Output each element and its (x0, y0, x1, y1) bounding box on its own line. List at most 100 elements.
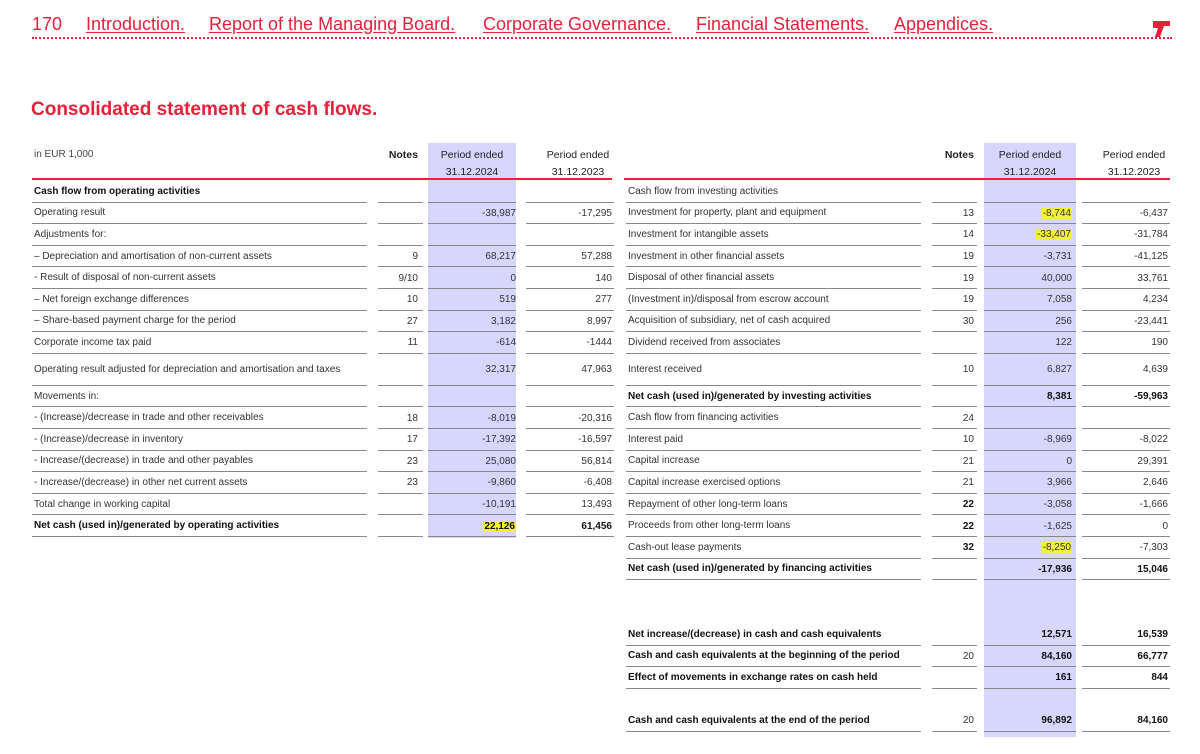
nav-link-corporate-governance[interactable]: Corporate Governance. (483, 14, 671, 35)
row-note: 22 (962, 499, 974, 511)
row-label: Cash flow from operating activities (34, 185, 201, 197)
row-divider (626, 730, 921, 732)
row-label: - Increase/(decrease) in other net curre… (34, 476, 248, 488)
row-value-2024: 519 (499, 294, 516, 306)
right-col-2023-header: Period ended 31.12.2023 (1102, 149, 1166, 178)
row-divider (984, 579, 1076, 581)
row-note: 10 (962, 434, 974, 446)
row-value-2024: -1,625 (1043, 520, 1072, 532)
nav-link-managing-board[interactable]: Report of the Managing Board. (209, 14, 455, 35)
highlight-marker: -33,407 (1036, 229, 1072, 241)
row-note (372, 203, 418, 225)
row-value-2023: 8,997 (586, 315, 612, 327)
row-note: 32 (962, 542, 974, 554)
row-value-2024: 7,058 (1046, 294, 1072, 306)
row-label: - Increase/(decrease) in trade and other… (34, 455, 254, 467)
row-label: – Share-based payment charge for the per… (34, 315, 236, 327)
nav-link-introduction[interactable]: Introduction. (86, 14, 185, 35)
row-value-2023 (526, 386, 612, 408)
page-number: 170 (32, 14, 63, 34)
row-value-2024: -33,407 (984, 224, 1072, 246)
row-label: Investment in other financial assets (628, 250, 785, 262)
table-row: Cash flow from investing activities (626, 181, 1170, 203)
table-row: Operating result adjusted for depreciati… (32, 354, 614, 386)
right-col-2024-header: Period ended 31.12.2024 (998, 149, 1062, 178)
row-value-2023: 844 (1151, 672, 1168, 684)
row-value-2024: -17,936 (1038, 563, 1072, 575)
row-value-2023: 0 (1162, 520, 1168, 532)
table-row: (Investment in)/disposal from escrow acc… (626, 289, 1170, 311)
row-note: 10 (406, 294, 418, 306)
row-label: Cash flow from investing activities (628, 185, 779, 197)
brand-logo-icon[interactable] (1151, 18, 1171, 40)
row-value-2024: -8,969 (1043, 434, 1072, 446)
row-divider (984, 730, 1076, 732)
table-row: Cash and cash equivalents at the beginni… (626, 646, 1170, 668)
row-value-2023: 29,391 (1137, 455, 1168, 467)
table-row: – Share-based payment charge for the per… (32, 311, 614, 333)
table-row: Acquisition of subsidiary, net of cash a… (626, 311, 1170, 333)
row-value-2023: 61,456 (581, 520, 612, 532)
row-note (926, 181, 974, 203)
table-row: Disposal of other financial assets 19 40,0… (626, 267, 1170, 289)
row-value-2024: -8,019 (487, 412, 516, 424)
table-row: Dividend received from associates 122 190 (626, 332, 1170, 354)
table-row: Investment for intangible assets 14 -33,40… (626, 224, 1170, 246)
table-row: Capital increase 21 0 29,391 (626, 451, 1170, 473)
row-value-2023: 33,761 (1137, 272, 1168, 284)
row-note: 22 (962, 520, 974, 532)
table-row: Cash flow from financing activities 24 (626, 407, 1170, 429)
table-row: Corporate income tax paid 11 -614 -1444 (32, 332, 614, 354)
nav-link-financial-statements[interactable]: Financial Statements. (696, 14, 869, 35)
row-divider (932, 579, 977, 581)
table-row: Proceeds from other long-term loans 22 -1,… (626, 515, 1170, 537)
row-value-2023: -1444 (586, 337, 612, 349)
row-value-2023 (526, 181, 612, 203)
row-label: (Investment in)/disposal from escrow acc… (628, 293, 829, 305)
table-row: - (Increase)/decrease in inventory 17 -17,… (32, 429, 614, 451)
row-value-2024: -17,392 (482, 434, 516, 446)
row-value-2024: 122 (1055, 337, 1072, 349)
row-label: Cash and cash equivalents at the beginni… (628, 650, 900, 662)
row-note: 20 (962, 650, 974, 662)
row-note: 14 (962, 229, 974, 241)
row-value-2024: -9,860 (487, 477, 516, 489)
row-note: 21 (962, 477, 974, 489)
row-note (372, 494, 418, 516)
nav-link-appendices[interactable]: Appendices. (894, 14, 993, 35)
row-divider (984, 687, 1076, 689)
table-row: - (Increase)/decrease in trade and other… (32, 407, 614, 429)
row-value-2023 (1082, 407, 1168, 429)
row-value-2024 (428, 224, 516, 246)
table-row: Net cash (used in)/generated by operatin… (32, 515, 614, 537)
row-note (926, 332, 974, 354)
row-label: Operating result adjusted for depreciati… (34, 363, 341, 375)
table-row: Net cash (used in)/generated by investin… (626, 386, 1170, 408)
row-label: Interest paid (628, 433, 684, 445)
row-value-2023: -31,784 (1134, 229, 1168, 241)
table-row: – Depreciation and amortisation of non-c… (32, 246, 614, 268)
row-value-2023: 15,046 (1137, 563, 1168, 575)
row-divider (932, 730, 977, 732)
row-label: Net cash (used in)/generated by operatin… (34, 520, 280, 532)
highlight-marker: 22,126 (483, 520, 516, 532)
row-label: Net increase/(decrease) in cash and cash… (628, 628, 882, 640)
row-value-2024: 96,892 (1041, 715, 1072, 727)
page-title: Consolidated statement of cash flows. (31, 99, 378, 120)
row-label: Cash-out lease payments (628, 541, 742, 553)
row-label: - (Increase)/decrease in inventory (34, 433, 183, 445)
row-note: 17 (406, 434, 418, 446)
row-value-2023: -41,125 (1134, 251, 1168, 263)
row-note (372, 354, 418, 386)
table-row: Net cash (used in)/generated by financin… (626, 559, 1170, 581)
row-value-2023 (1082, 181, 1168, 203)
row-value-2024: 3,966 (1046, 477, 1072, 489)
row-value-2024: 0 (1066, 455, 1072, 467)
row-note: 19 (962, 272, 974, 284)
row-value-2024 (984, 407, 1072, 429)
row-value-2024: 161 (1055, 672, 1072, 684)
row-note: 20 (962, 715, 974, 727)
row-note: 27 (406, 315, 418, 327)
row-label: – Depreciation and amortisation of non-c… (34, 250, 272, 262)
row-note (372, 181, 418, 203)
